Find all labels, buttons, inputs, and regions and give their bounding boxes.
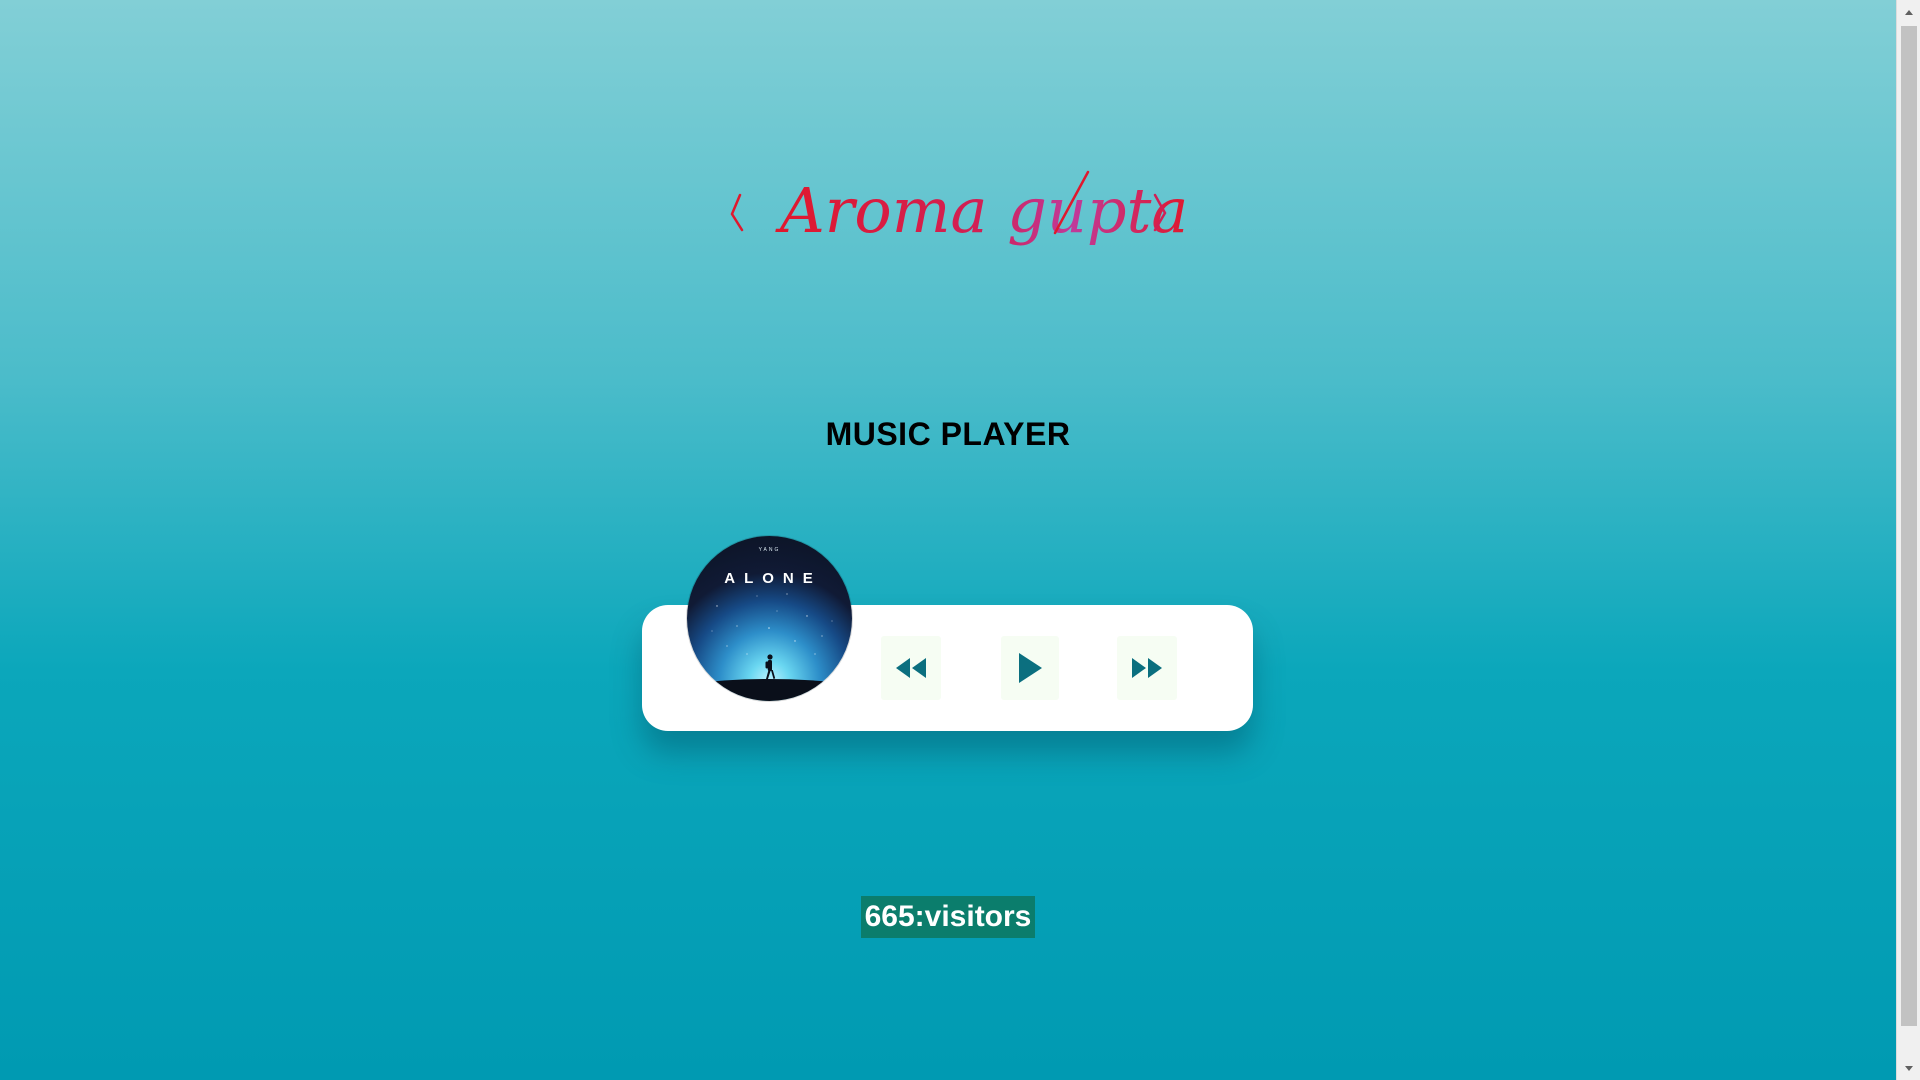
signature-text: Aroma gupta <box>775 174 1188 247</box>
next-track-button[interactable] <box>1117 636 1177 700</box>
page-title: MUSIC PLAYER <box>825 416 1071 452</box>
album-cover-svg: YANG ALONE <box>687 547 852 701</box>
album-artist-text: YANG <box>759 547 781 553</box>
page-background: Aroma gupta MUSIC PLAYER YANG ALONE 665:… <box>0 0 1896 1080</box>
rewind-icon <box>896 658 926 678</box>
scrollbar-thumb[interactable] <box>1901 26 1917 1026</box>
left-chevron-icon <box>730 193 744 232</box>
play-icon <box>1019 653 1042 683</box>
album-stars <box>711 593 833 655</box>
signature-svg: Aroma gupta <box>730 170 1188 247</box>
scroll-down-button[interactable] <box>1897 1056 1920 1080</box>
walking-figure-icon <box>765 654 776 680</box>
arrow-up-icon <box>1905 9 1913 15</box>
scroll-up-button[interactable] <box>1897 0 1920 24</box>
arrow-down-icon <box>1905 1065 1913 1071</box>
fast-forward-icon <box>1132 658 1162 678</box>
visitor-counter: 665:visitors <box>861 896 1035 938</box>
play-button[interactable] <box>1001 636 1059 700</box>
vertical-scrollbar[interactable] <box>1896 0 1920 1080</box>
album-title-text: ALONE <box>724 570 822 587</box>
album-art: YANG ALONE <box>687 536 852 701</box>
previous-track-button[interactable] <box>881 636 941 700</box>
signature-logo: Aroma gupta <box>700 150 1200 270</box>
